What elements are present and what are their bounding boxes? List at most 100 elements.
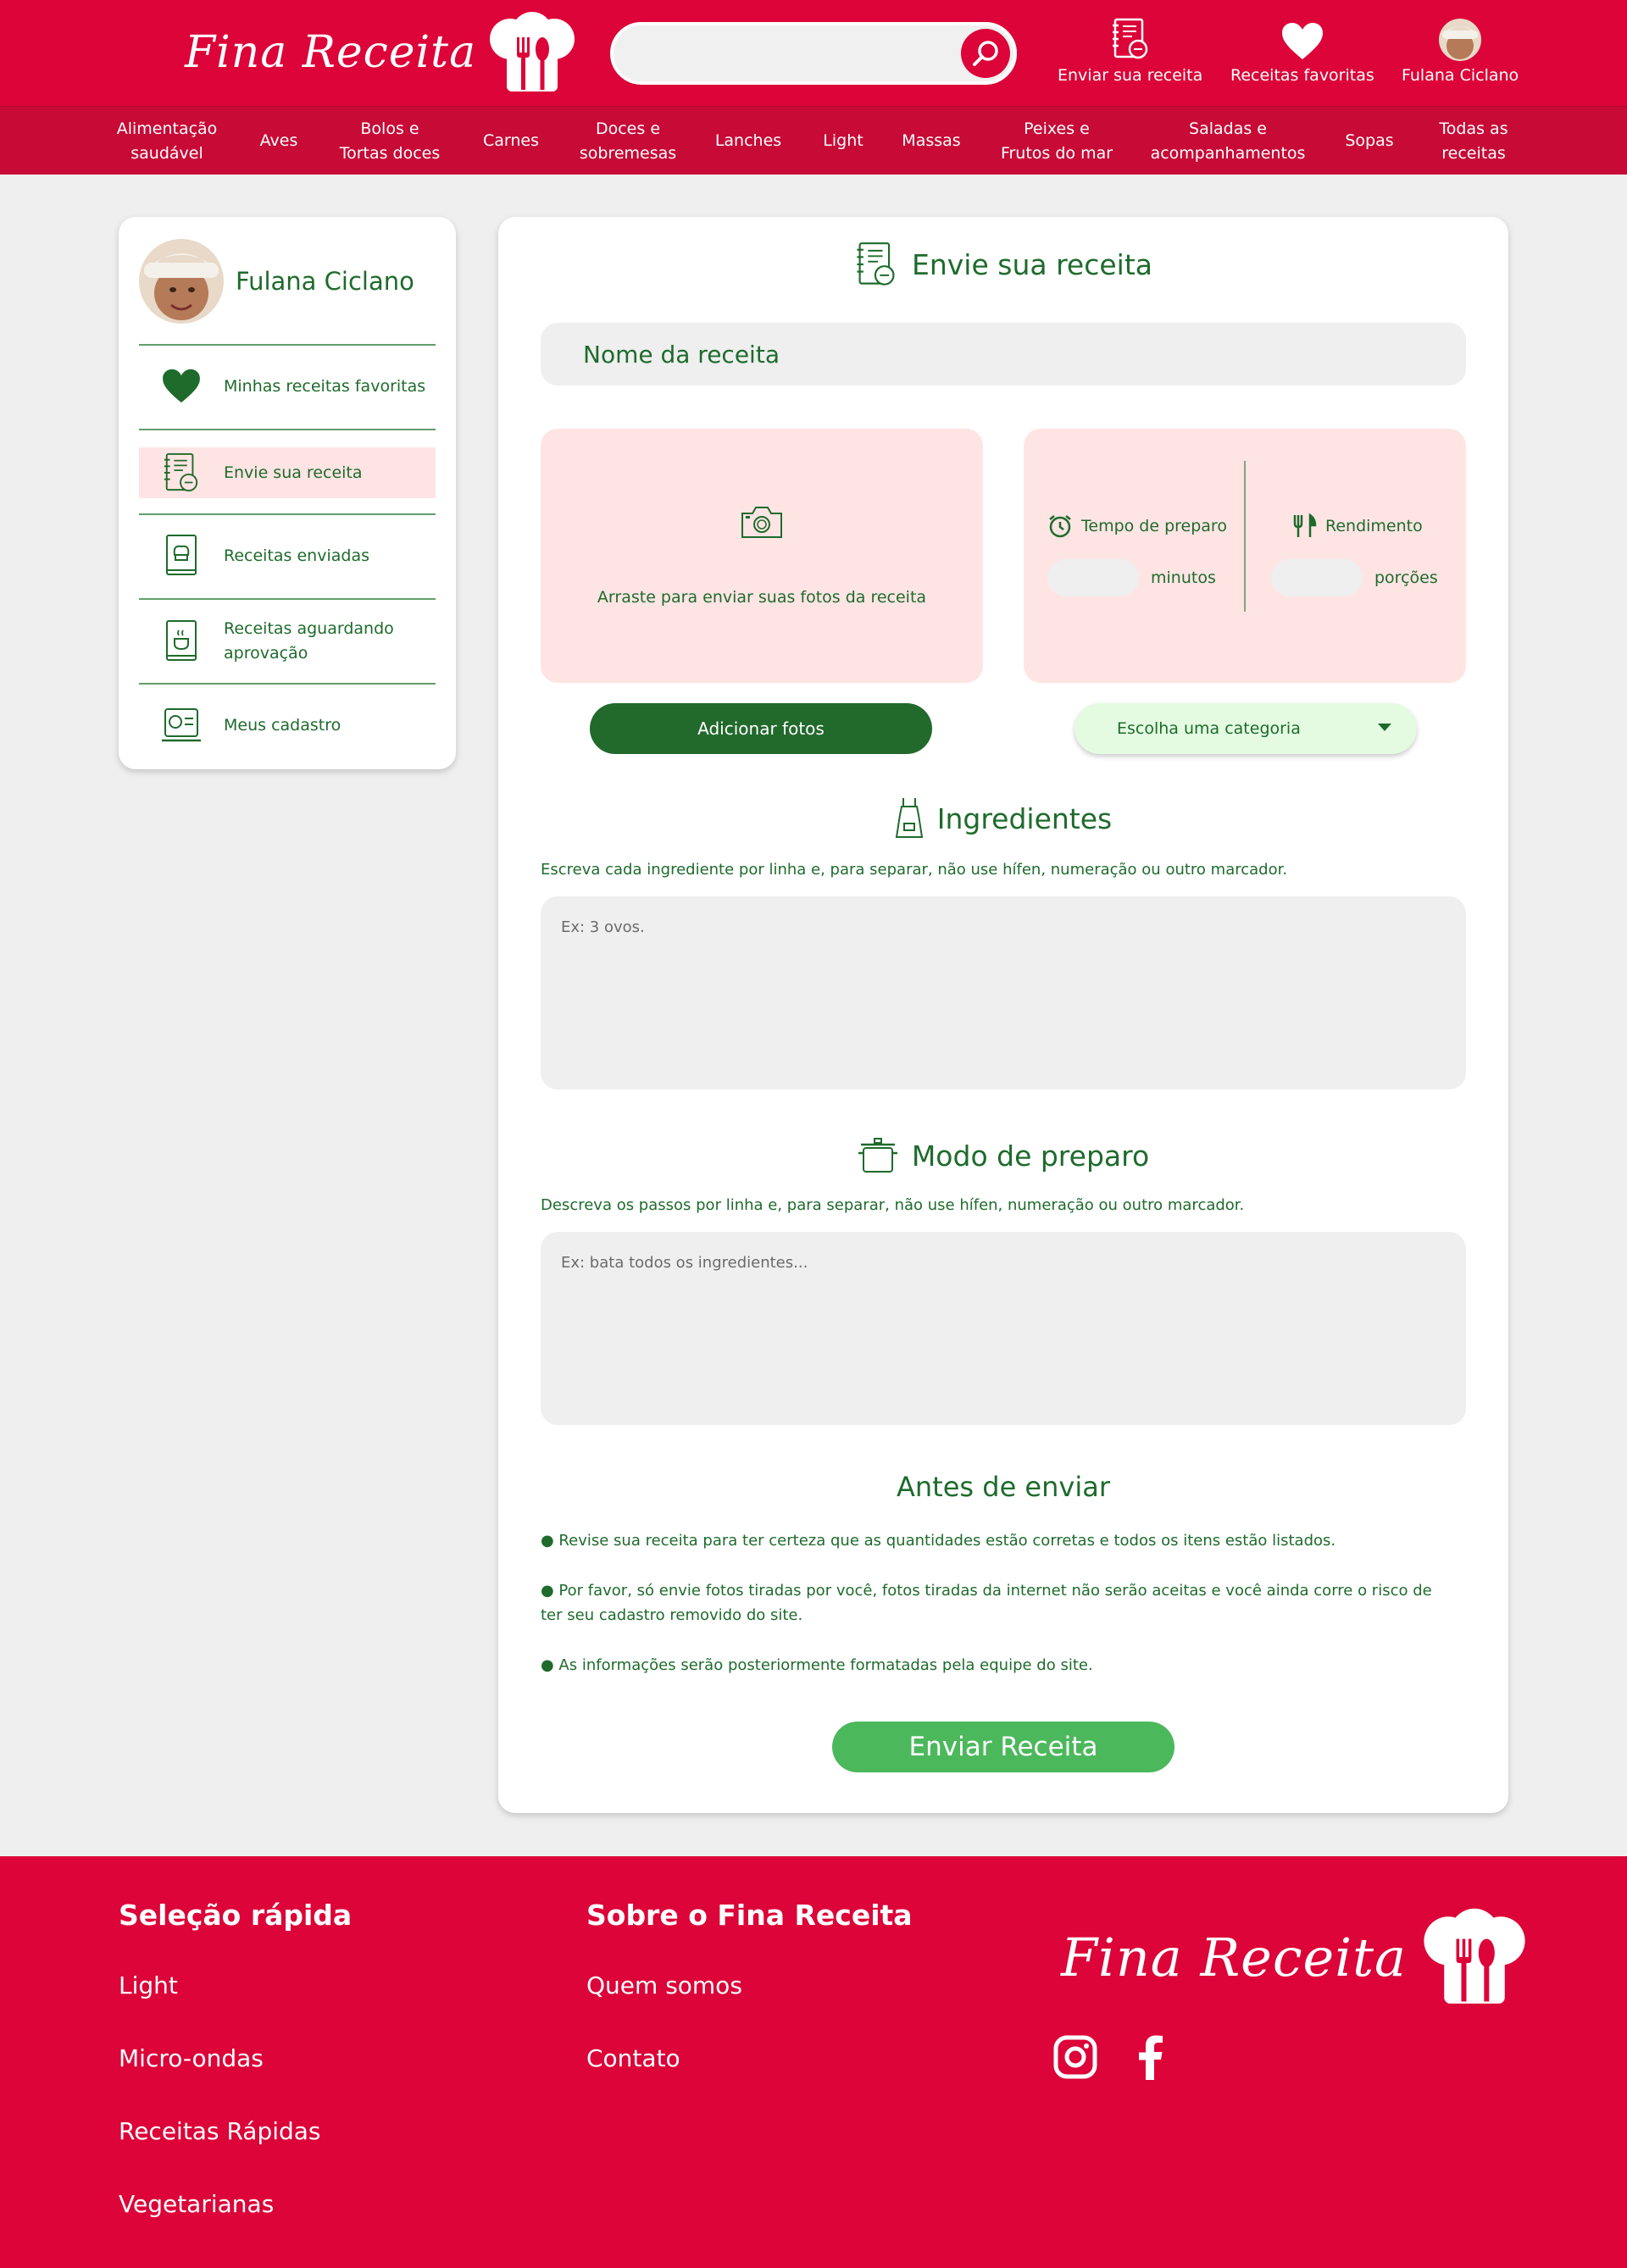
prep-time-group: Tempo de preparo minutos — [1047, 513, 1227, 596]
send-recipe-link[interactable]: Enviar sua receita — [1058, 17, 1202, 85]
category-nav: Alimentação saudável Aves Bolos e Tortas… — [0, 106, 1627, 175]
pending-book-icon — [166, 620, 197, 661]
profile-card-icon — [162, 708, 201, 742]
time-yield-panel: Tempo de preparo minutos Rendimento porç… — [1024, 429, 1466, 683]
heart-icon — [1281, 23, 1323, 59]
about-title: Sobre o Fina Receita — [586, 1899, 913, 1932]
category-link[interactable]: Todas as receitas — [1439, 107, 1508, 175]
sidebar-item-label: Receitas aguardando aprovação — [224, 619, 394, 663]
category-link[interactable]: Massas — [902, 107, 960, 175]
category-link[interactable]: Lanches — [715, 107, 781, 175]
avatar — [139, 239, 224, 324]
yield-input[interactable] — [1271, 559, 1363, 596]
category-link[interactable]: Alimentação saudável — [117, 107, 218, 175]
footer-link[interactable]: Micro-ondas — [119, 2044, 264, 2072]
preparation-title: Modo de preparo — [911, 1139, 1150, 1173]
account-sidebar: Fulana Ciclano Minhas receitas favoritas… — [119, 217, 456, 769]
category-select-value: Escolha uma categoria — [1117, 719, 1301, 738]
sidebar-item-label: Envie sua receita — [224, 463, 363, 482]
ingredients-placeholder: Ex: 3 ovos. — [561, 918, 645, 936]
site-logo[interactable]: Fina Receita — [185, 12, 576, 93]
footer-link[interactable]: Receitas Rápidas — [119, 2117, 321, 2145]
preparation-hint: Descreva os passos por linha e, para sep… — [541, 1196, 1245, 1214]
sidebar-item-send-recipe[interactable]: Envie sua receita — [139, 447, 436, 498]
footer-link[interactable]: Contato — [586, 2044, 680, 2072]
recipe-notebook-icon — [1112, 18, 1147, 59]
apron-icon — [895, 798, 923, 838]
sidebar-item-label: Receitas enviadas — [224, 546, 369, 565]
search-icon — [973, 41, 998, 66]
photo-dropzone[interactable]: Arraste para enviar suas fotos da receit… — [541, 429, 983, 683]
submit-recipe-button[interactable]: Enviar Receita — [832, 1722, 1174, 1772]
footer-logo[interactable]: Fina Receita — [1061, 1906, 1527, 2008]
prep-time-header: Tempo de preparo — [1047, 513, 1227, 539]
cooking-pot-icon — [858, 1138, 897, 1173]
footer-link[interactable]: Light — [119, 1971, 178, 1999]
category-link[interactable]: Aves — [260, 107, 298, 175]
profile-header: Fulana Ciclano — [139, 239, 414, 324]
preparation-placeholder: Ex: bata todos os ingredientes... — [561, 1254, 808, 1272]
favorites-link[interactable]: Receitas favoritas — [1230, 17, 1374, 85]
prep-time-row: minutos — [1047, 559, 1227, 596]
add-photos-button[interactable]: Adicionar fotos — [590, 703, 932, 754]
user-menu[interactable]: Fulana Ciclano — [1402, 17, 1519, 85]
category-link[interactable]: Sopas — [1345, 107, 1393, 175]
send-recipe-label: Enviar sua receita — [1058, 66, 1203, 85]
recipe-name-input[interactable]: Nome da receita — [541, 323, 1466, 385]
category-link[interactable]: Carnes — [483, 107, 539, 175]
sidebar-item-pending-recipes[interactable]: Receitas aguardando aprovação — [139, 612, 436, 671]
prep-time-input[interactable] — [1047, 559, 1139, 596]
sidebar-item-label: Meus cadastro — [224, 715, 342, 735]
divider — [1244, 461, 1246, 612]
favorites-label: Receitas favoritas — [1230, 66, 1374, 85]
user-name: Fulana Ciclano — [1402, 66, 1519, 85]
chef-hat-cutlery-icon — [490, 12, 575, 91]
prep-time-unit: minutos — [1151, 568, 1216, 587]
divider — [139, 683, 436, 685]
search-button[interactable] — [961, 29, 1010, 78]
before-sending-title: Antes de enviar — [897, 1471, 1110, 1503]
category-select[interactable]: Escolha uma categoria — [1074, 703, 1417, 754]
profile-name: Fulana Ciclano — [236, 267, 414, 296]
search-input[interactable] — [610, 22, 1017, 85]
guideline-item: ● Revise sua receita para ter certeza qu… — [541, 1532, 1336, 1550]
footer-link[interactable]: Vegetarianas — [119, 2190, 274, 2218]
sidebar-item-my-account[interactable]: Meus cadastro — [139, 700, 436, 751]
cutlery-icon — [1293, 513, 1317, 537]
category-link[interactable]: Light — [823, 107, 863, 175]
ingredients-title: Ingredientes — [936, 801, 1113, 835]
chevron-down-icon — [1378, 724, 1391, 731]
sidebar-item-favorites[interactable]: Minhas receitas favoritas — [139, 361, 436, 412]
footer-link[interactable]: Quem somos — [586, 1971, 742, 1999]
avatar — [1439, 19, 1482, 61]
guideline-item: ● Por favor, só envie fotos tiradas por … — [541, 1582, 1432, 1624]
chef-hat-cutlery-icon — [1424, 1908, 1525, 2004]
social-links — [1052, 2034, 1164, 2080]
yield-row: porções — [1271, 559, 1438, 596]
site-footer: Seleção rápida Light Micro-ondas Receita… — [0, 1856, 1627, 2268]
divider — [139, 344, 436, 346]
divider — [139, 513, 436, 515]
form-title: Envie sua receita — [912, 247, 1152, 281]
category-link[interactable]: Bolos e Tortas doces — [340, 107, 441, 175]
ingredients-textarea[interactable]: Ex: 3 ovos. — [541, 896, 1466, 1090]
instagram-icon[interactable] — [1052, 2034, 1098, 2080]
logo-text: Fina Receita — [185, 27, 477, 78]
preparation-header: Modo de preparo — [498, 1132, 1508, 1179]
category-link[interactable]: Doces e sobremesas — [580, 107, 676, 175]
dropzone-text: Arraste para enviar suas fotos da receit… — [597, 588, 927, 607]
preparation-textarea[interactable]: Ex: bata todos os ingredientes... — [541, 1232, 1466, 1425]
quick-selection-title: Seleção rápida — [119, 1899, 353, 1932]
heart-icon — [163, 369, 200, 403]
facebook-icon[interactable] — [1136, 2034, 1164, 2080]
sidebar-item-sent-recipes[interactable]: Receitas enviadas — [139, 529, 436, 583]
category-link[interactable]: Peixes e Frutos do mar — [1001, 107, 1113, 175]
category-link[interactable]: Saladas e acompanhamentos — [1151, 107, 1306, 175]
top-bar: Fina Receita Enviar sua receita Receitas… — [0, 0, 1627, 106]
sidebar-item-label: Minhas receitas favoritas — [224, 376, 426, 396]
divider — [139, 429, 436, 430]
cookbook-icon — [166, 535, 197, 575]
alarm-clock-icon — [1049, 515, 1071, 538]
divider — [139, 598, 436, 600]
yield-group: Rendimento porções — [1271, 513, 1438, 596]
